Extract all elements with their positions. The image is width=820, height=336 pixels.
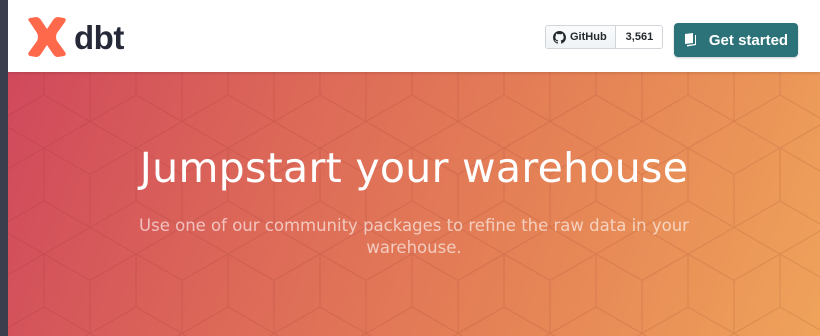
github-button[interactable]: GitHub [546,26,616,48]
brand-name: dbt [74,18,124,56]
github-label: GitHub [570,31,607,43]
get-started-label: Get started [708,31,789,49]
github-icon [553,30,566,44]
dbt-logo-icon [28,17,66,57]
get-started-button[interactable]: Get started [674,23,798,57]
github-star-count[interactable]: 3,561 [615,26,663,48]
book-icon [684,33,696,47]
github-star-widget[interactable]: GitHub 3,561 [545,25,664,49]
hexagon-pattern [8,72,820,336]
hero-subtitle: Use one of our community packages to ref… [139,216,689,257]
dbt-logo[interactable]: dbt [26,16,124,58]
hero-title: Jumpstart your warehouse [139,144,689,192]
page-frame: dbt GitHub 3,561 Get started Jumpstart y… [8,0,820,336]
top-navbar: dbt GitHub 3,561 Get started [8,0,820,72]
hero-banner: Jumpstart your warehouse Use one of our … [8,72,820,336]
